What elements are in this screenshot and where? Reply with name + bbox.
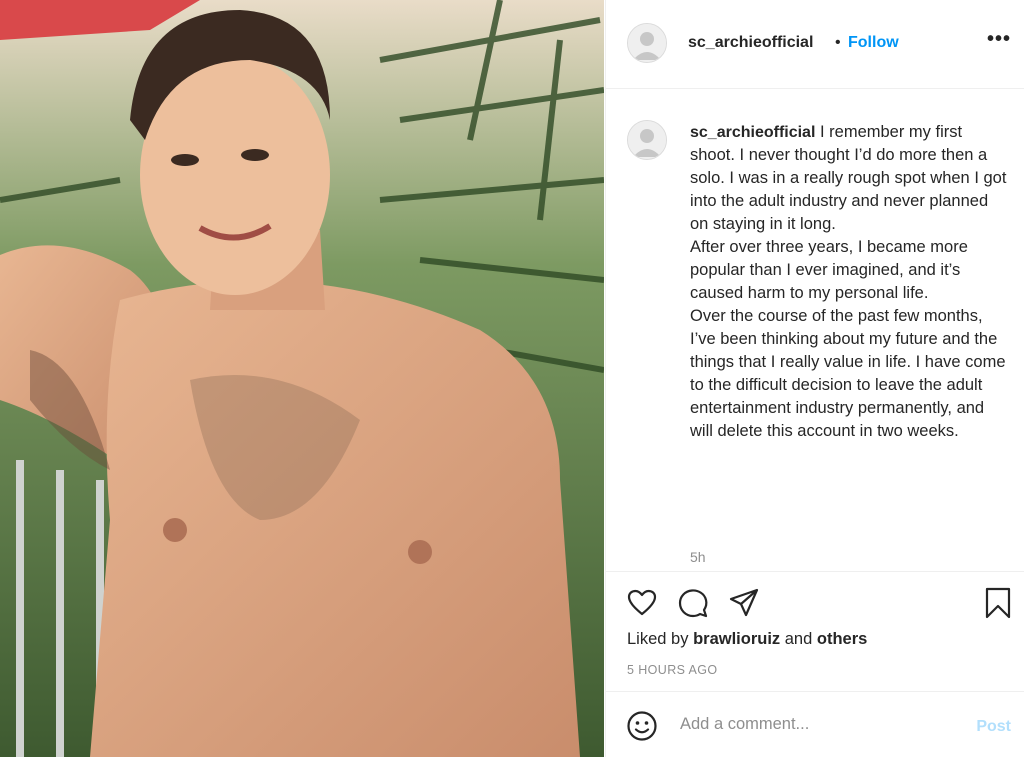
follow-button[interactable]: Follow <box>848 34 899 52</box>
likes-text: Liked by brawlioruiz and others <box>627 630 867 649</box>
bookmark-icon[interactable] <box>983 587 1013 624</box>
avatar[interactable] <box>627 23 667 63</box>
heart-icon[interactable] <box>626 587 658 624</box>
post-panel: sc_archieofficial • Follow ••• sc_archie… <box>605 0 1024 757</box>
caption-paragraph: After over three years, I became more po… <box>690 238 968 302</box>
separator-dot: • <box>835 34 841 51</box>
more-options-icon[interactable]: ••• <box>987 28 1011 51</box>
share-icon[interactable] <box>728 587 760 624</box>
default-avatar-icon <box>628 121 666 159</box>
default-avatar-icon <box>628 24 666 62</box>
post-timestamp[interactable]: 5 HOURS AGO <box>627 663 718 677</box>
caption-username[interactable]: sc_archieofficial <box>690 124 815 141</box>
comment-bar: Post <box>606 691 1024 758</box>
liked-prefix: Liked by <box>627 630 689 648</box>
caption-section: sc_archieofficial I remember my first sh… <box>606 89 1024 571</box>
caption-text: sc_archieofficial I remember my first sh… <box>690 121 1010 443</box>
action-bar: Liked by brawlioruiz and others 5 HOURS … <box>606 571 1024 692</box>
caption-paragraph: Over the course of the past few months, … <box>690 307 1006 440</box>
comment-icon[interactable] <box>677 587 709 624</box>
caption-time: 5h <box>690 549 706 565</box>
liked-and: and <box>784 630 813 648</box>
header-username[interactable]: sc_archieofficial <box>688 34 813 52</box>
post-photo[interactable] <box>0 0 604 757</box>
photo-of-shirtless-man-icon <box>0 0 604 757</box>
caption-avatar[interactable] <box>627 120 667 160</box>
liked-user-link[interactable]: brawlioruiz <box>693 630 780 648</box>
emoji-smile-icon[interactable] <box>626 710 658 747</box>
liked-others-link[interactable]: others <box>817 630 867 648</box>
post-comment-button[interactable]: Post <box>976 718 1011 736</box>
post-header: sc_archieofficial • Follow ••• <box>606 0 1024 89</box>
comment-input[interactable] <box>678 714 952 735</box>
